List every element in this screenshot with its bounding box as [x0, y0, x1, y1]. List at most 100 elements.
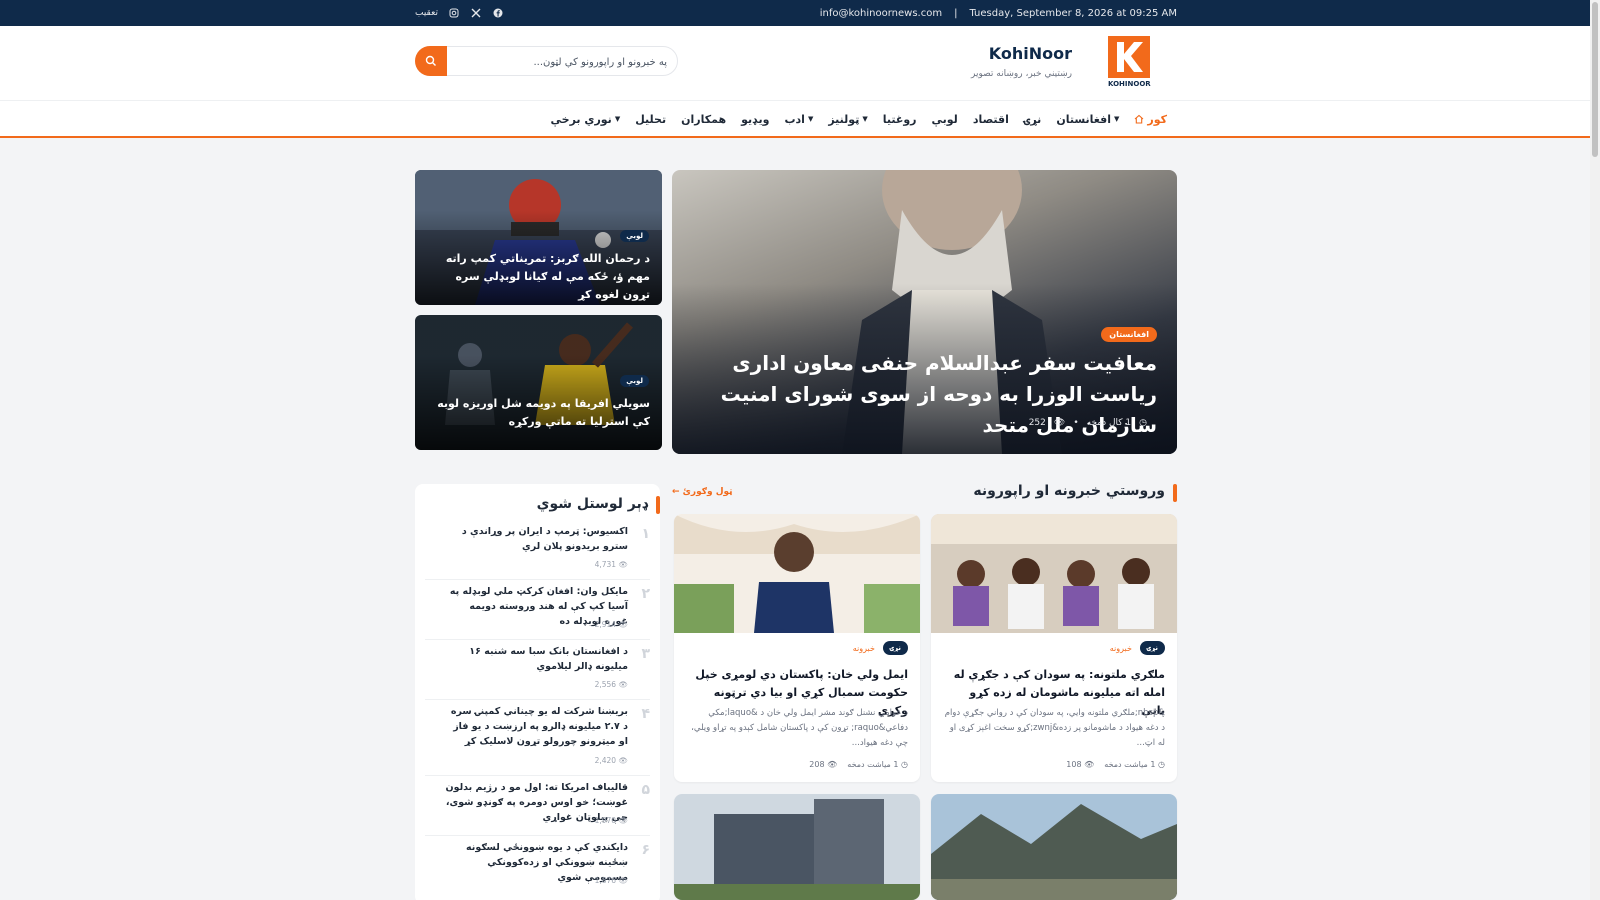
most-read-text[interactable]: د افغانستان بانک سبا سه شنبه ۱۶ میلیونه …	[443, 644, 628, 674]
side-article-badge[interactable]: لوبې	[620, 375, 649, 387]
rank-number: ۴	[641, 706, 650, 722]
rank-number: ۳	[641, 646, 650, 662]
hero-article[interactable]: افغانستان معافیت سفر عبدالسلام حنفی معاو…	[672, 170, 1177, 454]
chevron-down-icon: ▼	[862, 115, 868, 123]
news-card-image	[674, 794, 920, 900]
clock-icon: ◷ 1 میاشت دمخه	[847, 760, 908, 769]
search-input[interactable]	[452, 52, 667, 72]
nav-item-home[interactable]: کور	[1134, 113, 1167, 126]
most-read-item[interactable]: ۶ دایکندي کې د یوه ښوونځي لسګونه ښځینه ښ…	[425, 840, 650, 896]
most-read-views: 👁 2,420	[594, 756, 628, 765]
x-twitter-icon[interactable]	[470, 7, 482, 19]
nav-item-analysis[interactable]: تحلیل	[635, 113, 666, 126]
nav-item-video[interactable]: ویډیو	[741, 113, 769, 126]
search-icon	[425, 55, 436, 66]
nav-item-literature[interactable]: ادب ▼	[784, 113, 813, 126]
contact-email[interactable]: info@kohinoornews.com	[820, 8, 942, 19]
site-logo[interactable]: KOHINOOR	[1108, 36, 1151, 90]
eye-icon: 👁	[1053, 418, 1066, 428]
eye-icon: 👁 108	[1066, 760, 1095, 769]
rank-number: ۶	[641, 842, 650, 858]
chevron-down-icon: ▼	[1113, 115, 1120, 123]
chevron-down-icon: ▼	[807, 115, 814, 123]
hero-meta: ◷ 1 کال دمخه • 👁 252	[1028, 418, 1147, 428]
main-nav: کور افغانستان ▼ نړۍ اقتصاد لوبې روغتیا ټو…	[0, 100, 1590, 138]
nav-item-more[interactable]: نوري برخې ▼	[551, 113, 621, 126]
brand-tagline: رښتيني خبر، روښانه تصوير	[970, 69, 1072, 79]
news-card-tag[interactable]: نړۍ	[882, 641, 908, 655]
most-read-text[interactable]: بریښنا شرکت له یو چیناني کمپنۍ سره د ۲.۷…	[443, 704, 628, 749]
side-article-1[interactable]: لوبې د رحمان الله ګربز: تمریناتي کمپ رات…	[415, 170, 662, 305]
rank-number: ۵	[641, 782, 650, 798]
side-article-title[interactable]: د رحمان الله ګربز: تمریناتي کمپ راته مهم…	[425, 250, 650, 304]
most-read-item[interactable]: ۲ مایکل وان: افغان کرکټ ملي لوبډله په آس…	[425, 584, 650, 640]
most-read-item[interactable]: ۳ د افغانستان بانک سبا سه شنبه ۱۶ میلیون…	[425, 644, 650, 700]
logo-mark	[1108, 36, 1150, 78]
clock-icon: ◷ 1 میاشت دمخه	[1104, 760, 1165, 769]
most-read-title: ډېر لوستل شوي	[536, 496, 648, 512]
brand-name: KohiNoor	[988, 44, 1072, 63]
news-card-tag[interactable]: نړۍ	[1139, 641, 1165, 655]
nav-item-world[interactable]: نړۍ	[1024, 113, 1041, 126]
separator: |	[954, 7, 958, 19]
view-all-link[interactable]: ټول وګورئ ←	[672, 487, 733, 497]
most-read-item[interactable]: ۴ بریښنا شرکت له یو چیناني کمپنۍ سره د ۲…	[425, 704, 650, 776]
news-card-4[interactable]	[674, 794, 920, 900]
most-read-item[interactable]: ۵ قالیباف امریکا ته: اول مو د رژیم بدلون…	[425, 780, 650, 836]
hero-time: 1 کال دمخه	[1086, 418, 1132, 428]
home-icon	[1134, 114, 1144, 124]
brand: KohiNoor رښتيني خبر، روښانه تصوير	[960, 44, 1072, 79]
news-card-2[interactable]: نړۍ خبرونه ایمل ولي خان: پاکستان دي لومړ…	[674, 514, 920, 782]
news-card-1[interactable]: نړۍ خبرونه ملګري ملتونه: په سودان کې د ج…	[931, 514, 1177, 782]
social-links: تعقیب	[415, 7, 504, 19]
side-article-badge[interactable]: لوبې	[620, 230, 649, 242]
current-datetime: Tuesday, September 8, 2026 at 09:25 AM	[969, 7, 1177, 19]
most-read-views: 👁 2,914	[594, 620, 628, 629]
rank-number: ۲	[641, 586, 650, 602]
section-accent-bar	[1173, 484, 1177, 502]
clock-icon: ◷	[1139, 418, 1147, 428]
most-read-widget: ډېر لوستل شوي ۱ اکسیوس: ټرمپ د ایران پر …	[415, 484, 660, 900]
news-card-excerpt: د عوامي نشنل ګوند مشر ایمل ولي خان د &la…	[691, 708, 908, 748]
most-read-item[interactable]: ۱ اکسیوس: ټرمپ د ایران پر وړاندې د سترو …	[425, 524, 650, 580]
news-card-meta: ◷ 1 میاشت دمخه 👁 108	[1066, 760, 1165, 769]
site-header: KohiNoor رښتيني خبر، روښانه تصوير KOHINO…	[0, 26, 1590, 100]
hero-category-badge[interactable]: افغانستان	[1101, 327, 1157, 342]
nav-item-afghanistan[interactable]: افغانستان ▼	[1056, 113, 1119, 126]
side-article-2[interactable]: لوبې سویلي افریقا په دویمه شل اوریزه لوب…	[415, 315, 662, 450]
page-scrollbar[interactable]	[1590, 0, 1600, 900]
most-read-views: 👁 2,556	[594, 680, 628, 689]
most-read-text[interactable]: اکسیوس: ټرمپ د ایران پر وړاندې د سترو بر…	[443, 524, 628, 554]
most-read-views: 👁 4,731	[594, 560, 628, 569]
nav-item-sports[interactable]: لوبې	[932, 113, 958, 126]
eye-icon: 👁 208	[809, 760, 838, 769]
latest-news-title: وروستي خبرونه او راپورونه	[973, 483, 1165, 499]
search-box	[415, 46, 678, 76]
section-accent-bar	[656, 496, 660, 514]
side-article-title[interactable]: سویلي افریقا په دویمه شل اوریزه لوبه کې …	[425, 395, 650, 431]
nav-item-economy[interactable]: اقتصاد	[973, 113, 1009, 126]
most-read-views: 👁 1,876	[594, 876, 628, 885]
nav-item-contributors[interactable]: همکاران	[681, 113, 726, 126]
news-card-meta: ◷ 1 میاشت دمخه 👁 208	[809, 760, 908, 769]
chevron-down-icon: ▼	[614, 115, 621, 123]
news-card-category[interactable]: خبرونه	[853, 644, 875, 653]
hero-views: 252	[1028, 418, 1046, 428]
nav-item-health[interactable]: روغتیا	[883, 113, 917, 126]
nav-item-social[interactable]: ټولنیز ▼	[828, 113, 867, 126]
news-card-image	[931, 794, 1177, 900]
logo-text: KOHINOOR	[1108, 80, 1151, 88]
most-read-views: 👁 1,970	[594, 816, 628, 825]
social-label: تعقیب	[415, 8, 438, 18]
news-card-excerpt: &nbsp;ملګري ملتونه وايي، په سودان کې د ر…	[944, 708, 1165, 748]
rank-number: ۱	[641, 526, 650, 542]
scrollbar-thumb[interactable]	[1592, 2, 1598, 157]
news-card-image	[931, 514, 1177, 633]
search-button[interactable]	[415, 46, 447, 76]
news-card-image	[674, 514, 920, 633]
news-card-3[interactable]	[931, 794, 1177, 900]
facebook-icon[interactable]	[492, 7, 504, 19]
instagram-icon[interactable]	[448, 7, 460, 19]
news-card-category[interactable]: خبرونه	[1110, 644, 1132, 653]
latest-news-header: وروستي خبرونه او راپورونه ټول وګورئ ←	[672, 482, 1177, 504]
